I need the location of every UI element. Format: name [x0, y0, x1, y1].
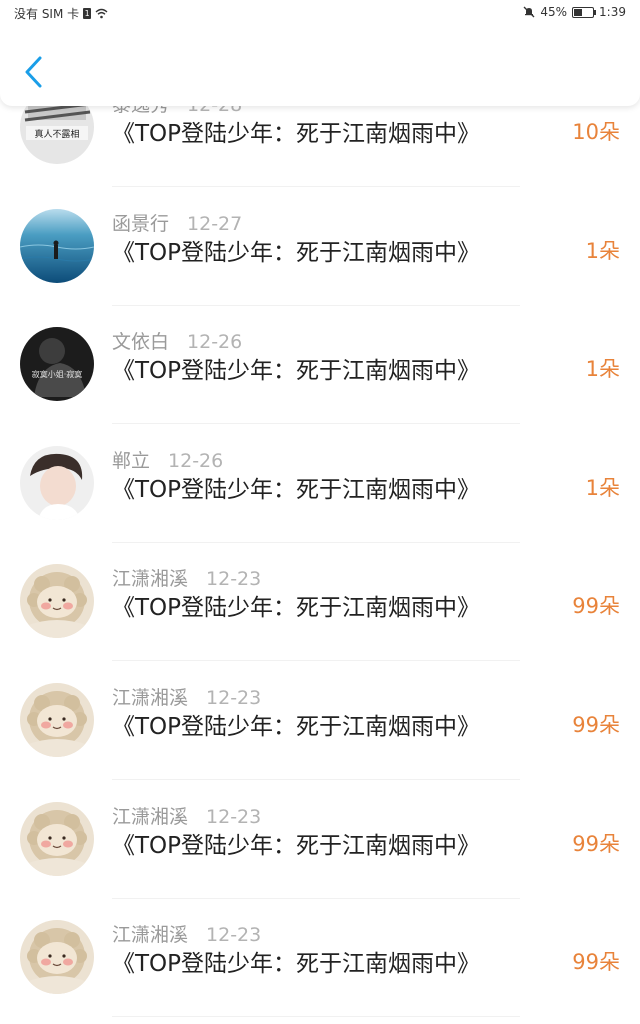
username[interactable]: 江潇湘溪 — [112, 687, 188, 709]
list-item[interactable]: 函景行 12-27 《TOP登陆少年：死于江南烟雨中》 1朵 — [0, 209, 640, 328]
flower-count: 99朵 — [572, 832, 620, 856]
book-title[interactable]: 《TOP登陆少年：死于江南烟雨中》 — [112, 707, 480, 741]
divider — [112, 542, 520, 543]
book-title[interactable]: 《TOP登陆少年：死于江南烟雨中》 — [112, 588, 480, 622]
record-date: 12-23 — [206, 568, 262, 590]
status-right: 45% 1:39 — [523, 5, 626, 19]
wifi-icon — [95, 8, 108, 19]
avatar[interactable] — [20, 683, 94, 757]
record-meta: 文依白 12-26 — [112, 327, 242, 353]
carrier-text: 没有 SIM 卡 — [14, 7, 80, 21]
divider — [112, 898, 520, 899]
avatar[interactable] — [20, 209, 94, 283]
list-item[interactable]: 真人不露相 黍逸秀12-28《TOP登陆少年：死于江南烟雨中》10朵 — [0, 90, 640, 209]
record-date: 12-26 — [187, 331, 243, 353]
header — [0, 26, 640, 106]
battery-percent: 45% — [540, 5, 568, 19]
flower-count: 10朵 — [572, 120, 620, 144]
sim-badge-icon: 1 — [83, 8, 92, 19]
record-meta: 函景行 12-27 — [112, 209, 242, 235]
list-item[interactable]: 江潇湘溪 12-23 《TOP登陆少年：死于江南烟雨中》 99朵 — [0, 564, 640, 683]
record-meta: 江潇湘溪 12-23 — [112, 802, 261, 828]
battery-icon — [572, 6, 597, 18]
book-title[interactable]: 《TOP登陆少年：死于江南烟雨中》 — [112, 114, 480, 148]
avatar[interactable]: 寂寞小姐·寂寞 — [20, 327, 94, 401]
flower-count: 1朵 — [585, 357, 620, 381]
record-date: 12-23 — [206, 924, 262, 946]
record-date: 12-27 — [187, 213, 243, 235]
record-date: 12-26 — [168, 450, 224, 472]
username[interactable]: 江潇湘溪 — [112, 924, 188, 946]
divider — [112, 305, 520, 306]
list-item[interactable]: 郸立 12-26 《TOP登陆少年：死于江南烟雨中》 1朵 — [0, 446, 640, 565]
username[interactable]: 郸立 — [112, 450, 150, 472]
record-meta: 江潇湘溪 12-23 — [112, 564, 261, 590]
record-meta: 江潇湘溪 12-23 — [112, 920, 261, 946]
divider — [112, 779, 520, 780]
battery-level — [574, 8, 583, 16]
status-left: 没有 SIM 卡 1 — [14, 5, 108, 22]
avatar[interactable] — [20, 564, 94, 638]
list-item[interactable]: 江潇湘溪 12-23 《TOP登陆少年：死于江南烟雨中》 99朵 — [0, 802, 640, 921]
avatar[interactable] — [20, 446, 94, 520]
divider — [112, 423, 520, 424]
username[interactable]: 江潇湘溪 — [112, 806, 188, 828]
svg-text:寂寞小姐·寂寞: 寂寞小姐·寂寞 — [32, 369, 83, 379]
record-date: 12-23 — [206, 806, 262, 828]
book-title[interactable]: 《TOP登陆少年：死于江南烟雨中》 — [112, 351, 480, 385]
svg-text:真人不露相: 真人不露相 — [34, 128, 79, 140]
clock-time: 1:39 — [599, 5, 626, 19]
chevron-left-icon — [25, 56, 42, 88]
username[interactable]: 文依白 — [112, 331, 169, 353]
book-title[interactable]: 《TOP登陆少年：死于江南烟雨中》 — [112, 233, 480, 267]
record-meta: 江潇湘溪 12-23 — [112, 683, 261, 709]
book-title[interactable]: 《TOP登陆少年：死于江南烟雨中》 — [112, 944, 480, 978]
avatar[interactable] — [20, 920, 94, 994]
back-button[interactable] — [20, 54, 50, 90]
list-item[interactable]: 江潇湘溪 12-23 《TOP登陆少年：死于江南烟雨中》 99朵 — [0, 683, 640, 802]
book-title[interactable]: 《TOP登陆少年：死于江南烟雨中》 — [112, 470, 480, 504]
book-title[interactable]: 《TOP登陆少年：死于江南烟雨中》 — [112, 826, 480, 860]
username[interactable]: 函景行 — [112, 213, 169, 235]
record-date: 12-23 — [206, 687, 262, 709]
record-meta: 郸立 12-26 — [112, 446, 223, 472]
status-bar: 没有 SIM 卡 1 45% 1:39 — [0, 0, 640, 26]
flower-count: 99朵 — [572, 713, 620, 737]
bell-muted-icon — [523, 6, 535, 18]
list-item[interactable]: 江潇湘溪 12-23 《TOP登陆少年：死于江南烟雨中》 99朵 — [0, 920, 640, 1024]
divider — [112, 660, 520, 661]
avatar[interactable] — [20, 802, 94, 876]
flower-count: 99朵 — [572, 594, 620, 618]
list-item[interactable]: 寂寞小姐·寂寞 文依白 12-26 《TOP登陆少年：死于江南烟雨中》 1朵 — [0, 327, 640, 446]
divider — [112, 1016, 520, 1017]
gift-record-list: 真人不露相 黍逸秀12-28《TOP登陆少年：死于江南烟雨中》10朵 函景行12… — [0, 0, 640, 1024]
username[interactable]: 江潇湘溪 — [112, 568, 188, 590]
divider — [112, 186, 520, 187]
flower-count: 1朵 — [585, 476, 620, 500]
flower-count: 99朵 — [572, 950, 620, 974]
flower-count: 1朵 — [585, 239, 620, 263]
